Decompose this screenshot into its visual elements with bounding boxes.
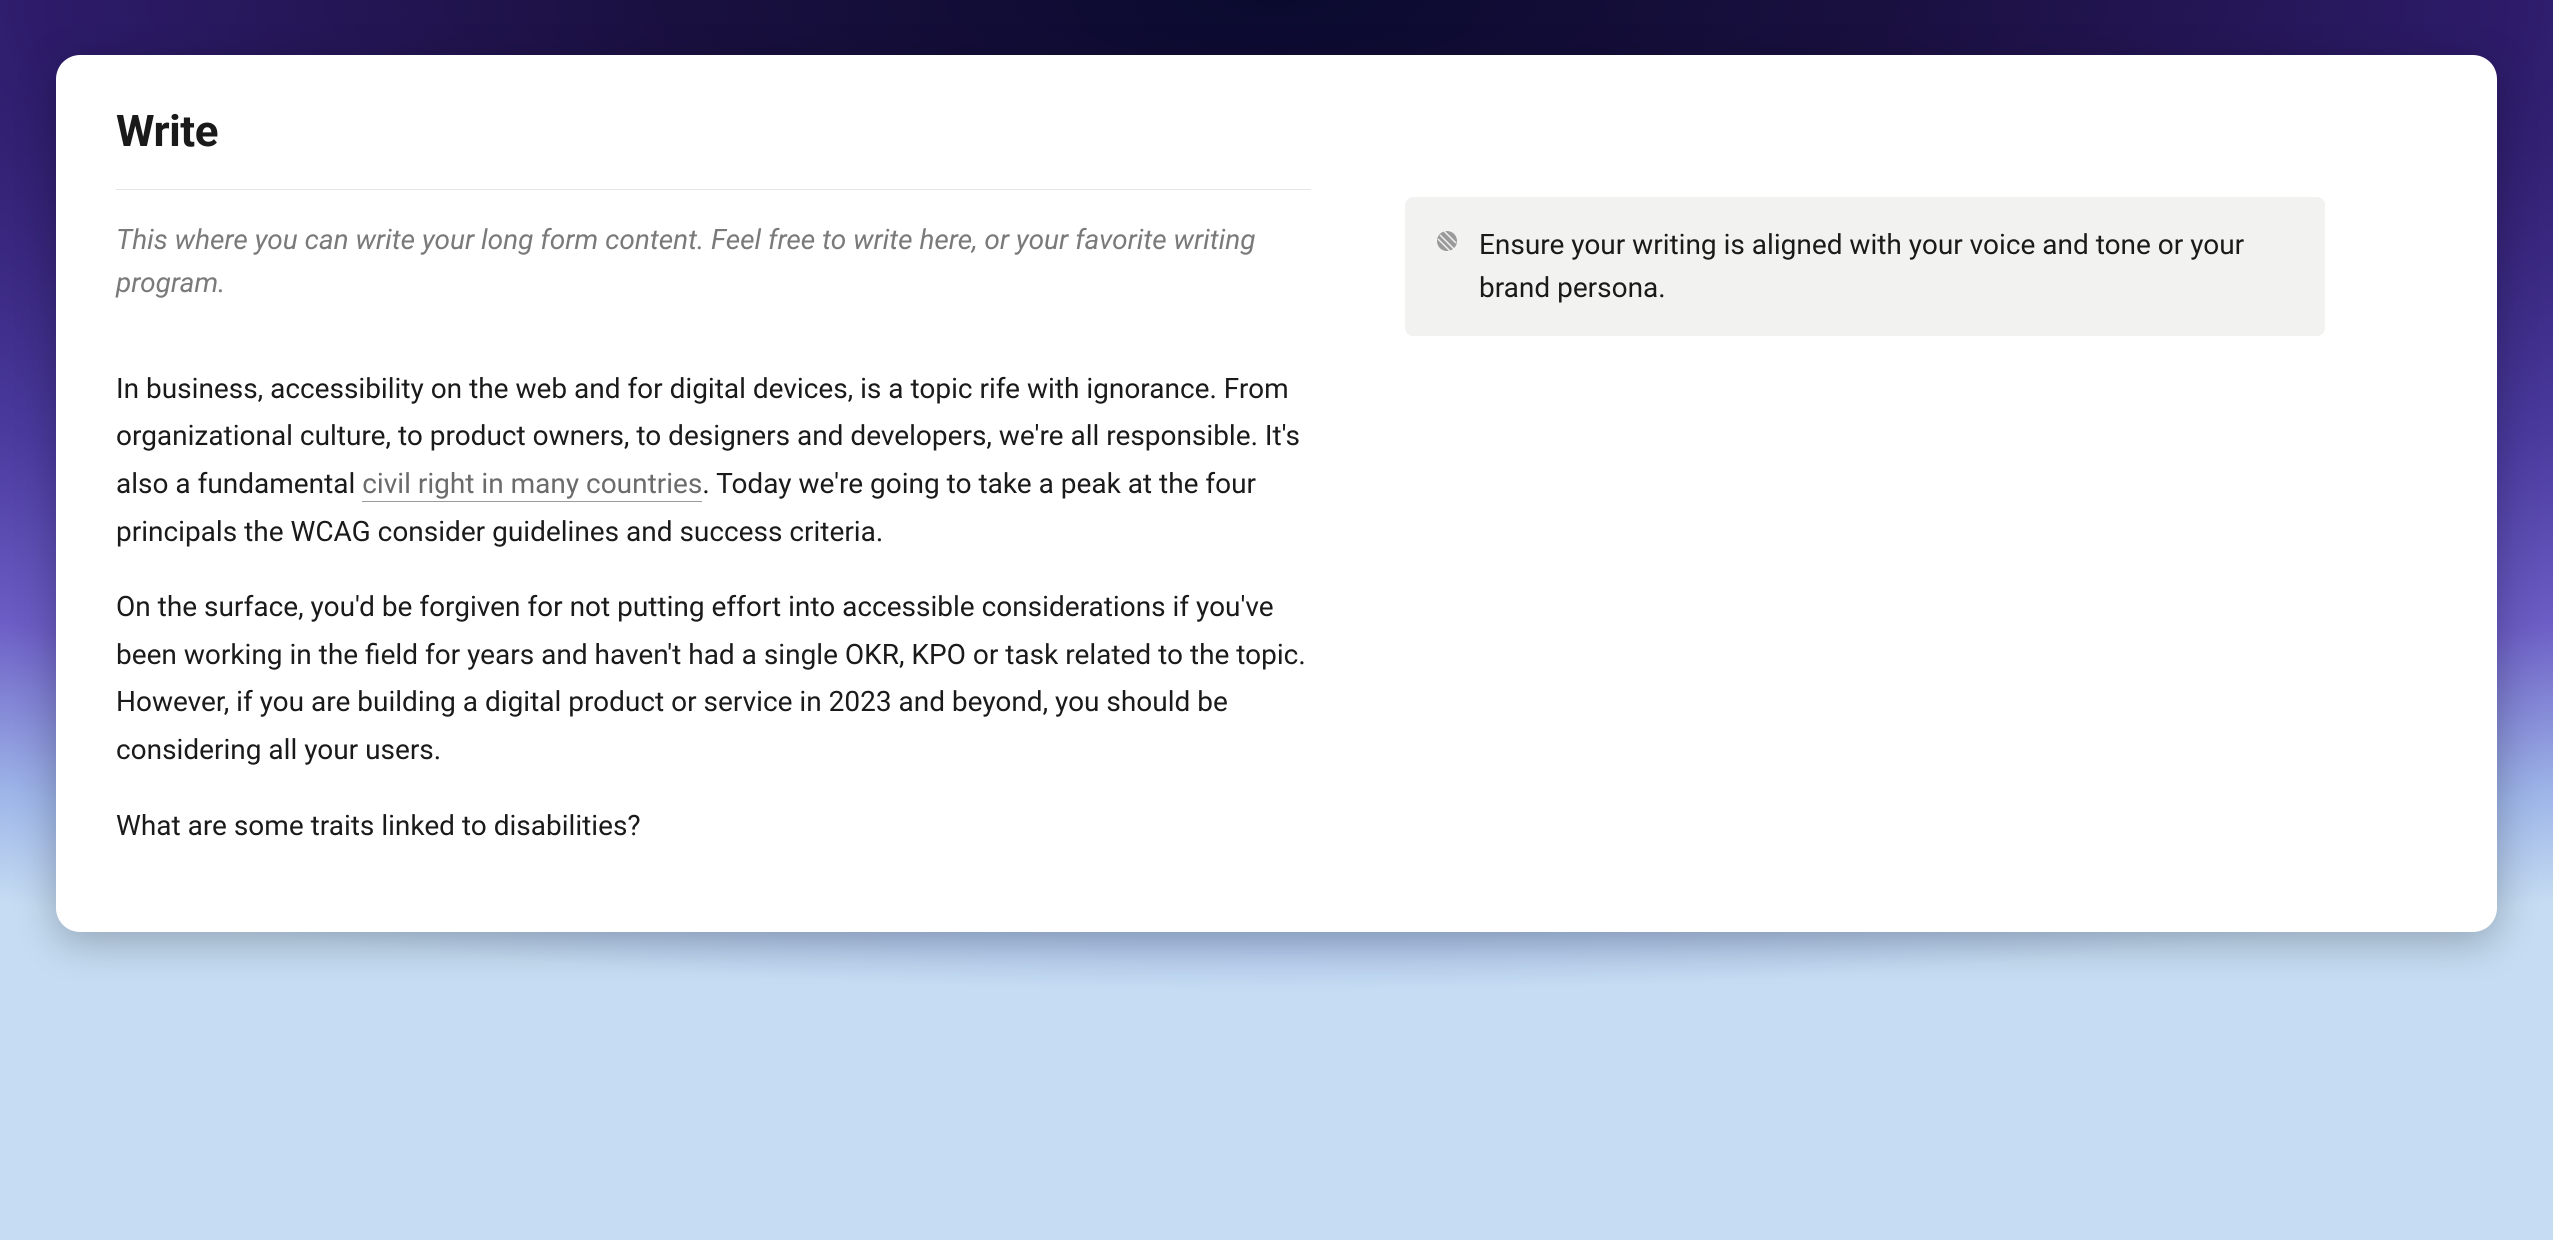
content-column: Write This where you can write your long… [116,105,1311,877]
divider [116,189,1311,190]
sphere-icon [1435,229,1459,253]
page-title: Write [116,105,1311,157]
paragraph-2[interactable]: On the surface, you'd be forgiven for no… [116,583,1311,773]
sidebar-column: Ensure your writing is aligned with your… [1405,105,2325,877]
paragraph-3[interactable]: What are some traits linked to disabilit… [116,802,1311,850]
civil-rights-link[interactable]: civil right in many countries [362,467,702,502]
intro-text: This where you can write your long form … [116,218,1311,305]
paragraph-1[interactable]: In business, accessibility on the web an… [116,365,1311,555]
tip-text: Ensure your writing is aligned with your… [1479,223,2295,310]
write-card: Write This where you can write your long… [56,55,2497,932]
tip-box: Ensure your writing is aligned with your… [1405,197,2325,336]
